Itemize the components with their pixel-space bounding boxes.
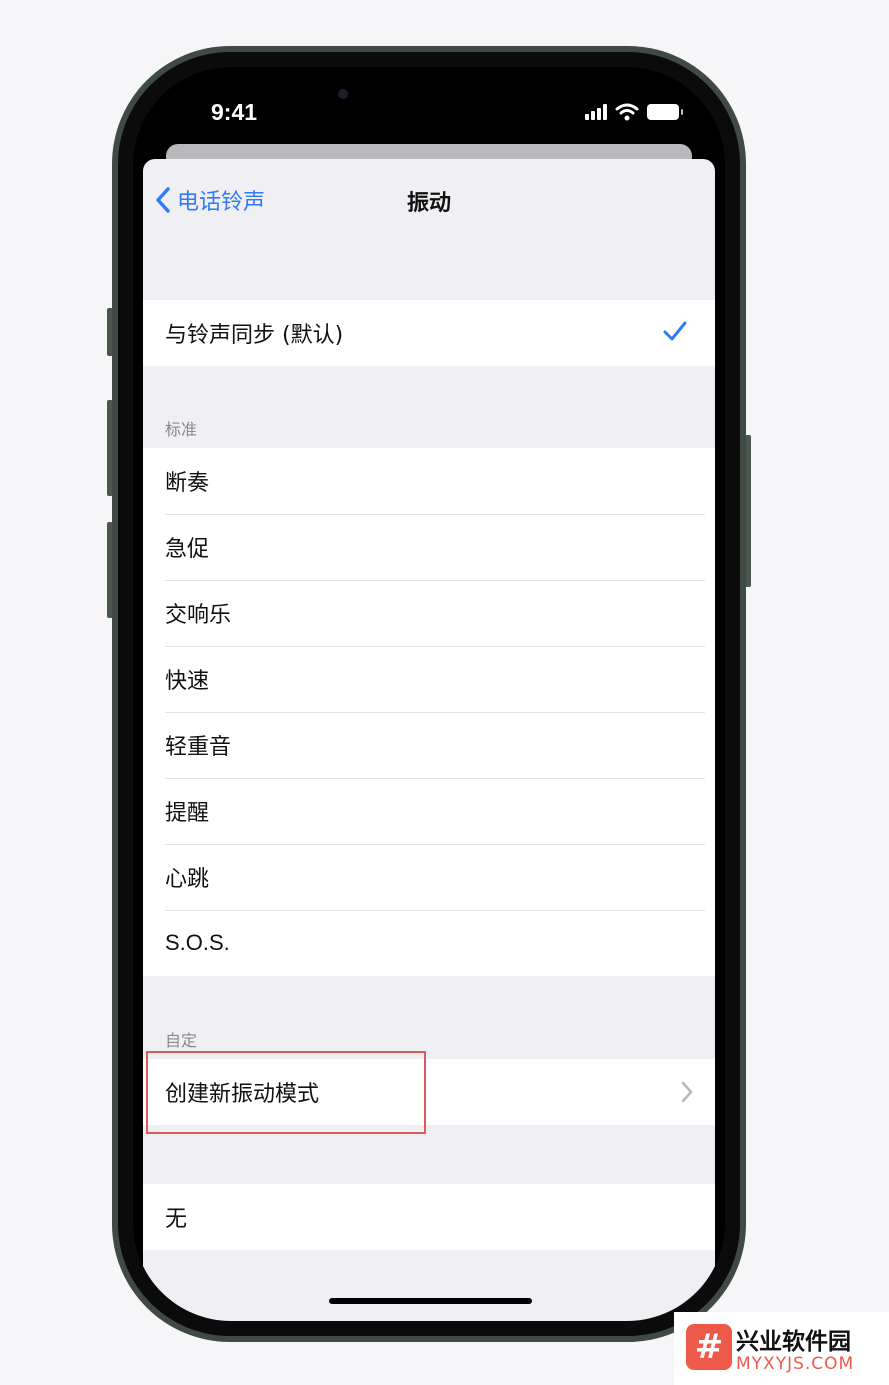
wifi-icon (615, 103, 639, 121)
battery-icon (647, 104, 683, 120)
vibration-option-label: 心跳 (165, 867, 210, 892)
watermark-logo: # (686, 1324, 732, 1370)
vibration-option-label: S.O.S. (165, 930, 230, 955)
watermark-title: 兴业软件园 (736, 1329, 851, 1355)
front-camera-icon (338, 89, 348, 99)
vibration-option-sos[interactable]: S.O.S. (143, 910, 715, 976)
cellular-signal-icon (585, 104, 607, 120)
checkmark-icon (663, 321, 687, 341)
none-group: 无 (143, 1184, 715, 1250)
standard-vibrations-group: 断奏 急促 交响乐 快速 轻重音 提醒 心跳 S.O.S. (143, 448, 715, 976)
vibration-option-staccato[interactable]: 断奏 (143, 448, 715, 514)
vibration-option-label: 急促 (165, 537, 210, 562)
highlight-annotation-box (146, 1051, 426, 1134)
chevron-right-icon (681, 1081, 693, 1103)
vibration-option-quick[interactable]: 快速 (143, 646, 715, 712)
sync-with-ringtone-option[interactable]: 与铃声同步 (默认) (143, 300, 715, 366)
watermark: # 兴业软件园 MYXYJS.COM (674, 1312, 889, 1385)
screenshot-stage: 9:41 电话铃声 振动 与铃声同步 (默认) 标准 断奏 急促 交响乐 快速 … (0, 0, 889, 1385)
status-icons (585, 103, 683, 121)
vibration-option-alert[interactable]: 提醒 (143, 778, 715, 844)
vibration-option-label: 断奏 (165, 471, 210, 496)
vibration-sheet: 电话铃声 振动 与铃声同步 (默认) 标准 断奏 急促 交响乐 快速 轻重音 提… (143, 159, 715, 1321)
vibration-option-accent[interactable]: 轻重音 (143, 712, 715, 778)
sync-option-label: 与铃声同步 (默认) (165, 323, 344, 348)
vibration-option-heartbeat[interactable]: 心跳 (143, 844, 715, 910)
home-indicator[interactable] (329, 1298, 532, 1304)
vibration-option-label: 提醒 (165, 801, 210, 826)
vibration-option-label: 轻重音 (165, 735, 232, 760)
section-header-standard: 标准 (165, 420, 198, 439)
none-option-label: 无 (165, 1207, 188, 1232)
status-time: 9:41 (211, 99, 258, 125)
watermark-url: MYXYJS.COM (736, 1354, 855, 1374)
page-title: 振动 (406, 191, 451, 216)
vibration-option-symphony[interactable]: 交响乐 (143, 580, 715, 646)
vibration-option-label: 快速 (165, 669, 210, 694)
vibration-option-label: 交响乐 (165, 603, 232, 628)
section-header-custom: 自定 (165, 1031, 198, 1050)
vibration-option-rapid[interactable]: 急促 (143, 514, 715, 580)
vibration-option-none[interactable]: 无 (143, 1184, 715, 1250)
sync-group: 与铃声同步 (默认) (143, 300, 715, 366)
